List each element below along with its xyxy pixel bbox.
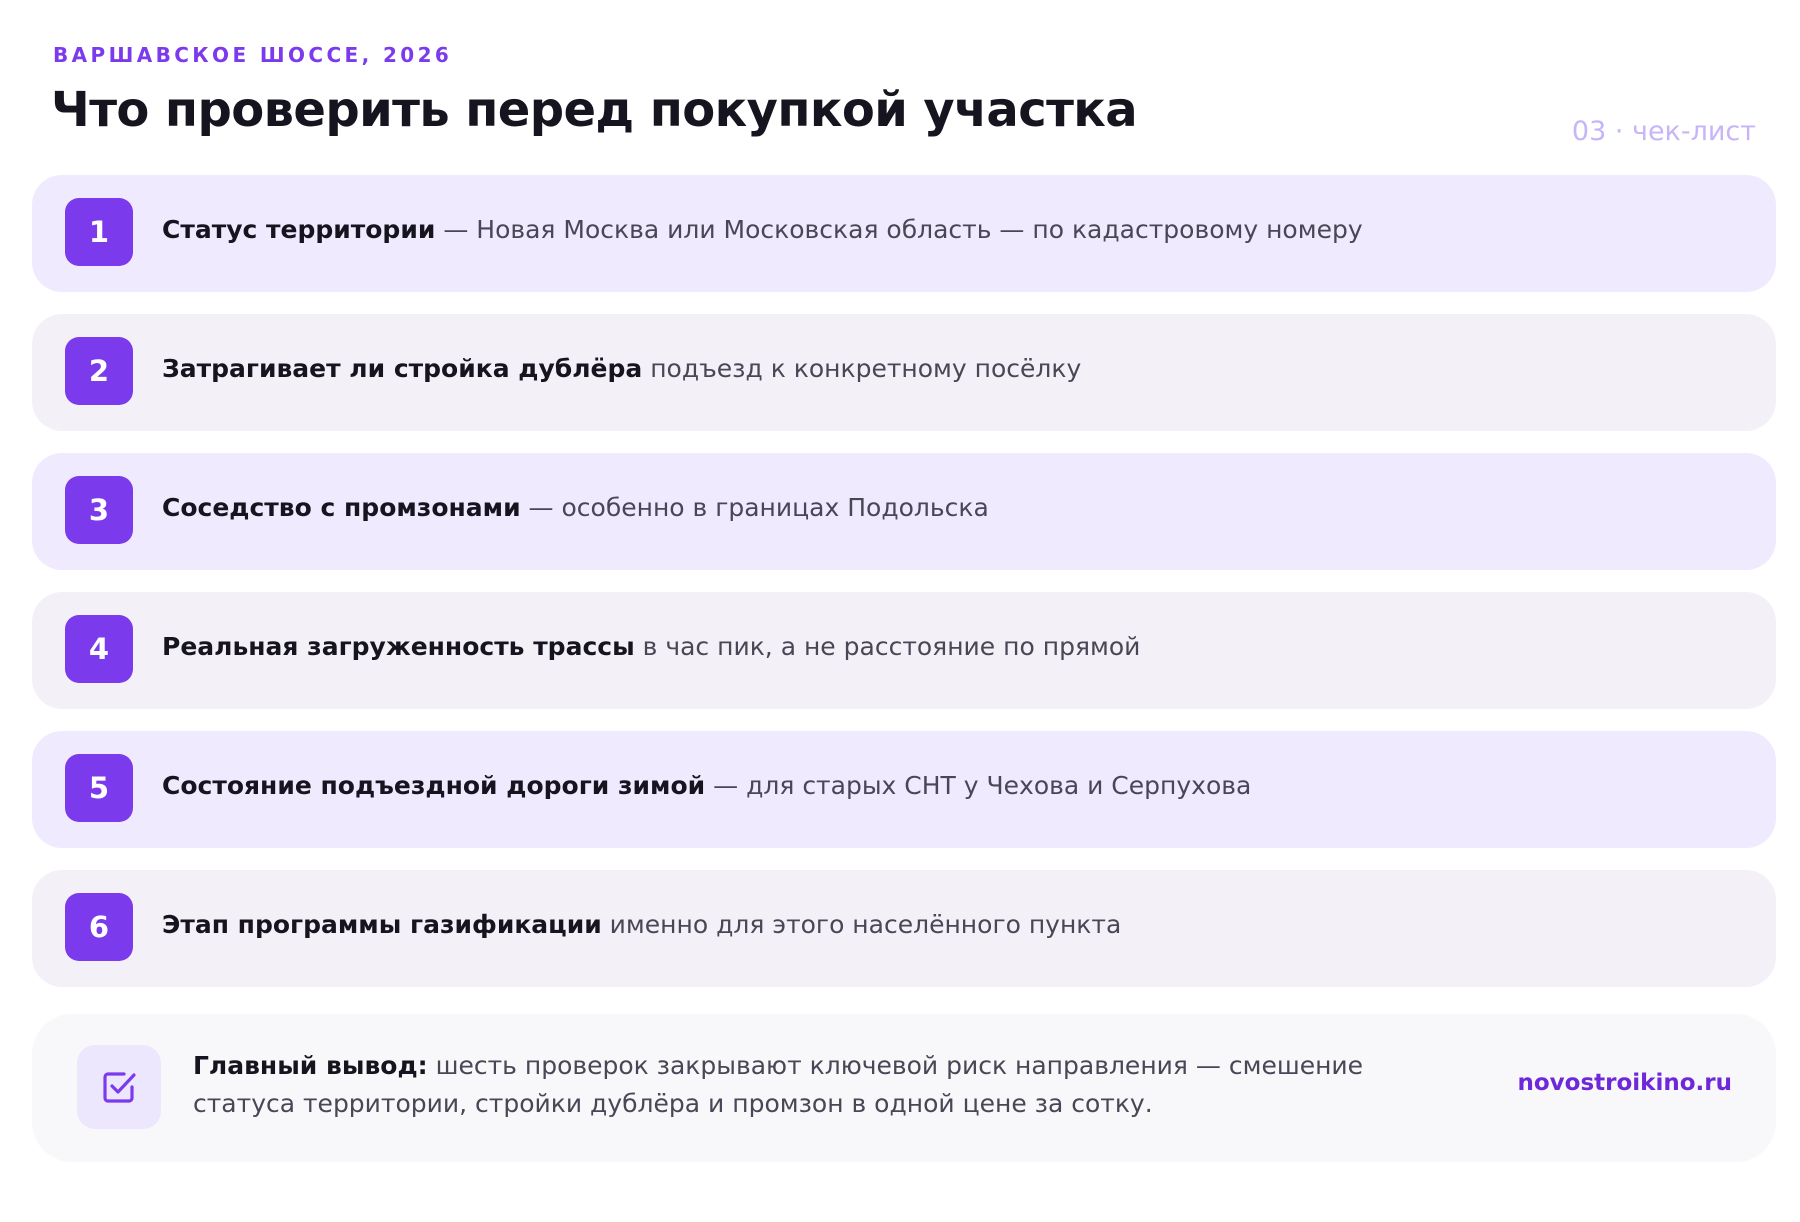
page-title: Что проверить перед покупкой участка xyxy=(51,82,1138,138)
item-description: — Новая Москва или Московская область — … xyxy=(435,215,1363,244)
item-title: Состояние подъездной дороги зимой xyxy=(162,771,706,800)
item-number-badge: 4 xyxy=(65,615,133,683)
summary-label: Главный вывод: xyxy=(193,1051,428,1080)
section-kicker: ВАРШАВСКОЕ ШОССЕ, 2026 xyxy=(53,43,453,67)
checkbox-check-icon xyxy=(77,1045,161,1129)
summary-text: Главный вывод: шесть проверок закрывают … xyxy=(193,1047,1443,1123)
item-number-badge: 6 xyxy=(65,893,133,961)
item-title: Затрагивает ли стройка дублёра xyxy=(162,354,643,383)
item-title: Соседство с промзонами xyxy=(162,493,521,522)
item-text: Этап программы газификации именно для эт… xyxy=(162,910,1121,939)
item-text: Состояние подъездной дороги зимой — для … xyxy=(162,771,1251,800)
item-text: Реальная загруженность трассы в час пик,… xyxy=(162,632,1140,661)
checklist-item-2: 2 Затрагивает ли стройка дублёра подъезд… xyxy=(32,314,1776,431)
checklist-item-1: 1 Статус территории — Новая Москва или М… xyxy=(32,175,1776,292)
checklist-item-3: 3 Соседство с промзонами — особенно в гр… xyxy=(32,453,1776,570)
item-description: в час пик, а не расстояние по прямой xyxy=(634,632,1141,661)
checkbox-check-glyph xyxy=(103,1072,136,1103)
checklist-item-4: 4 Реальная загруженность трассы в час пи… xyxy=(32,592,1776,709)
checklist: 1 Статус территории — Новая Москва или М… xyxy=(32,175,1776,1009)
summary-card: Главный вывод: шесть проверок закрывают … xyxy=(32,1014,1776,1162)
item-text: Соседство с промзонами — особенно в гран… xyxy=(162,493,989,522)
item-text: Статус территории — Новая Москва или Мос… xyxy=(162,215,1363,244)
checklist-item-6: 6 Этап программы газификации именно для … xyxy=(32,870,1776,987)
item-title: Этап программы газификации xyxy=(162,910,602,939)
item-title: Статус территории xyxy=(162,215,436,244)
item-number-badge: 5 xyxy=(65,754,133,822)
item-text: Затрагивает ли стройка дублёра подъезд к… xyxy=(162,354,1081,383)
page-tag: 03 · чек-лист xyxy=(1571,116,1756,147)
site-link[interactable]: novostroikino.ru xyxy=(1518,1070,1733,1096)
item-title: Реальная загруженность трассы xyxy=(162,632,635,661)
item-description: — особенно в границах Подольска xyxy=(520,493,989,522)
item-description: именно для этого населённого пункта xyxy=(601,910,1122,939)
checklist-item-5: 5 Состояние подъездной дороги зимой — дл… xyxy=(32,731,1776,848)
item-description: — для старых СНТ у Чехова и Серпухова xyxy=(705,771,1252,800)
item-number-badge: 3 xyxy=(65,476,133,544)
item-number-badge: 1 xyxy=(65,198,133,266)
item-description: подъезд к конкретному посёлку xyxy=(642,354,1082,383)
item-number-badge: 2 xyxy=(65,337,133,405)
